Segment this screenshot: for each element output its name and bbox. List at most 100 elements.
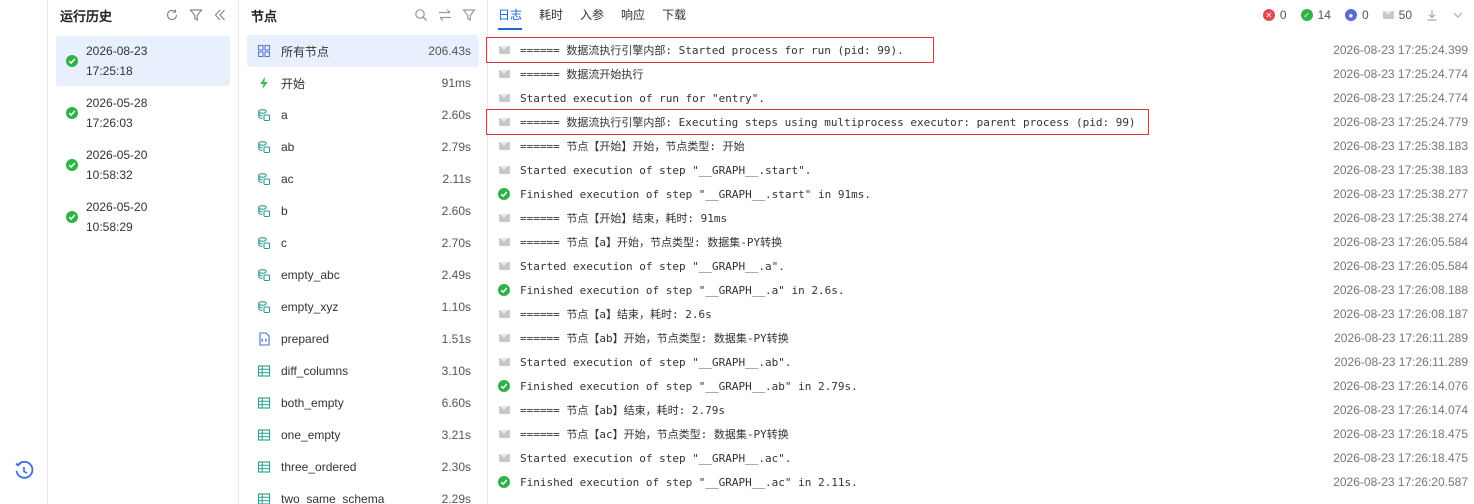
message-icon <box>498 308 510 320</box>
node-name: ac <box>281 172 294 186</box>
message-icon <box>498 452 510 464</box>
node-name: one_empty <box>281 428 341 442</box>
run-item[interactable]: 2026-05-20 10:58:29 <box>56 192 230 242</box>
run-datetime: 2026-05-20 10:58:32 <box>86 145 147 185</box>
message-count[interactable]: 50 <box>1382 8 1412 22</box>
history-icon[interactable] <box>14 461 34 481</box>
more-button[interactable] <box>1452 9 1464 21</box>
node-item[interactable]: empty_abc 2.49s <box>247 259 479 291</box>
node-time: 2.30s <box>441 460 471 474</box>
tab-download[interactable]: 下载 <box>662 0 686 30</box>
message-icon <box>498 116 510 128</box>
node-time: 2.11s <box>442 172 471 186</box>
node-name: three_ordered <box>281 460 357 474</box>
success-icon <box>498 380 510 392</box>
node-name: two_same_schema <box>281 492 385 504</box>
run-item[interactable]: 2026-08-23 17:25:18 <box>56 36 230 86</box>
error-count[interactable]: ✕ 0 <box>1262 8 1287 22</box>
node-item[interactable]: ab 2.79s <box>247 131 479 163</box>
refresh-icon[interactable] <box>164 7 180 23</box>
run-list: 2026-08-23 17:25:18 2026-05-28 17:26:03 2026… <box>48 30 238 250</box>
log-message: Started execution of step "__GRAPH__.ac"… <box>520 451 792 465</box>
node-item[interactable]: three_ordered 2.30s <box>247 451 479 483</box>
download-icon <box>1427 10 1437 21</box>
node-item[interactable]: a 2.60s <box>247 99 479 131</box>
grid-icon <box>257 44 271 58</box>
tab-duration[interactable]: 耗时 <box>539 0 563 30</box>
log-message: Finished execution of step "__GRAPH__.a"… <box>520 283 845 297</box>
nodes-title: 节点 <box>251 8 278 24</box>
node-time: 6.60s <box>441 396 471 410</box>
collapse-icon[interactable] <box>212 7 228 23</box>
log-tabs: 日志 耗时 入参 响应 下载 ✕ 0 ✓ 14 ● 0 50 <box>488 0 1474 30</box>
tab-response[interactable]: 响应 <box>621 0 645 30</box>
success-count[interactable]: ✓ 14 <box>1300 8 1331 22</box>
swap-icon[interactable] <box>437 7 453 23</box>
node-item[interactable]: diff_columns 3.10s <box>247 355 479 387</box>
run-time: 17:26:03 <box>86 116 133 130</box>
node-item[interactable]: 所有节点 206.43s <box>247 35 479 67</box>
filter-icon[interactable] <box>461 7 477 23</box>
success-icon <box>66 55 78 67</box>
log-timestamp: 2026-08-23 17:25:38.277 <box>1333 187 1468 201</box>
nodes-header: 节点 <box>239 0 487 30</box>
message-icon <box>498 212 510 224</box>
log-row: Started execution of step "__GRAPH__.ab"… <box>488 350 1474 374</box>
node-item[interactable]: b 2.60s <box>247 195 479 227</box>
node-item[interactable]: c 2.70s <box>247 227 479 259</box>
log-row: ====== 节点【a】开始，节点类型: 数据集-PY转换 2026-08-23 … <box>488 230 1474 254</box>
log-row: ====== 节点【ab】结束，耗时: 2.79s 2026-08-23 17:2… <box>488 398 1474 422</box>
node-item[interactable]: two_same_schema 2.29s <box>247 483 479 504</box>
message-icon <box>498 44 510 56</box>
node-name: c <box>281 236 287 250</box>
run-time: 10:58:32 <box>86 168 133 182</box>
dataset-py-icon <box>257 140 271 154</box>
message-icon <box>498 404 510 416</box>
log-message: ====== 节点【开始】结束，耗时: 91ms <box>520 212 728 225</box>
search-icon[interactable] <box>413 7 429 23</box>
log-row: Finished execution of step "__GRAPH__.a"… <box>488 278 1474 302</box>
log-row: Started execution of run for "entry". 202… <box>488 86 1474 110</box>
log-message: ====== 数据流开始执行 <box>520 68 644 81</box>
tab-log[interactable]: 日志 <box>498 0 523 30</box>
node-time: 3.10s <box>441 364 471 378</box>
node-time: 2.49s <box>441 268 471 282</box>
log-message: ====== 节点【ac】开始，节点类型: 数据集-PY转换 <box>520 428 789 441</box>
dataset-py-icon <box>257 204 271 218</box>
success-icon <box>498 284 510 296</box>
success-icon <box>498 476 510 488</box>
message-icon <box>498 332 510 344</box>
run-item[interactable]: 2026-05-28 17:26:03 <box>56 88 230 138</box>
log-timestamp: 2026-08-23 17:26:08.188 <box>1333 283 1468 297</box>
download-button[interactable] <box>1426 9 1438 21</box>
user-count[interactable]: ● 0 <box>1344 8 1369 22</box>
node-time: 91ms <box>441 76 471 90</box>
dataset-py-icon <box>257 108 271 122</box>
success-icon <box>66 159 78 171</box>
node-item[interactable]: prepared 1.51s <box>247 323 479 355</box>
success-icon <box>66 107 78 119</box>
log-message: Finished execution of step "__GRAPH__.ac… <box>520 475 858 489</box>
node-item[interactable]: ac 2.11s <box>247 163 479 195</box>
log-timestamp: 2026-08-23 17:26:18.475 <box>1333 451 1468 465</box>
log-timestamp: 2026-08-23 17:25:38.183 <box>1333 139 1468 153</box>
log-row: ====== 数据流开始执行 2026-08-23 17:25:24.774 <box>488 62 1474 86</box>
log-message: ====== 节点【ab】结束，耗时: 2.79s <box>520 404 725 417</box>
log-timestamp: 2026-08-23 17:25:24.774 <box>1333 67 1468 81</box>
node-time: 2.60s <box>441 204 471 218</box>
message-icon <box>498 428 510 440</box>
log-row: Finished execution of step "__GRAPH__.ac… <box>488 470 1474 494</box>
node-name: a <box>281 108 288 122</box>
tab-input[interactable]: 入参 <box>580 0 604 30</box>
dataset-py-icon <box>257 268 271 282</box>
log-timestamp: 2026-08-23 17:26:05.584 <box>1333 259 1468 273</box>
nodes-panel: 节点 所有节点 206.43s 开始 91ms a 2.60s ab 2.79s ac 2.11s… <box>239 0 488 504</box>
table-icon <box>257 428 271 442</box>
node-item[interactable]: one_empty 3.21s <box>247 419 479 451</box>
run-item[interactable]: 2026-05-20 10:58:32 <box>56 140 230 190</box>
node-item[interactable]: 开始 91ms <box>247 67 479 99</box>
node-item[interactable]: empty_xyz 1.10s <box>247 291 479 323</box>
log-row: Started execution of step "__GRAPH__.ac"… <box>488 446 1474 470</box>
filter-icon[interactable] <box>188 7 204 23</box>
node-item[interactable]: both_empty 6.60s <box>247 387 479 419</box>
